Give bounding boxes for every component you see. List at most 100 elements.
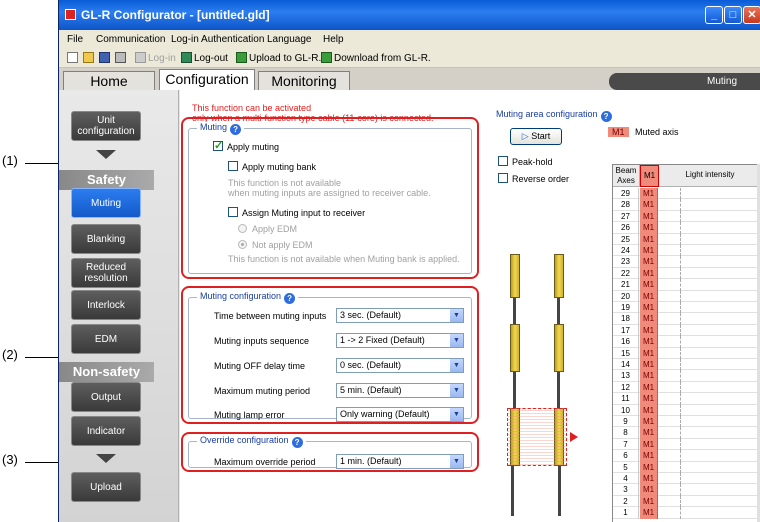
menu-file[interactable]: File xyxy=(67,34,83,45)
nav-indicator[interactable]: Indicator xyxy=(71,416,141,446)
beam-axis-number: 6 xyxy=(613,450,639,462)
apply-muting-bank-checkbox[interactable] xyxy=(228,161,238,171)
save-icon[interactable] xyxy=(99,52,110,63)
apply-muting-checkbox[interactable] xyxy=(213,139,223,152)
time-between-select[interactable]: 3 sec. (Default) ▼ xyxy=(336,308,464,323)
table-row: 15 M1 xyxy=(613,347,760,359)
nav-blanking[interactable]: Blanking xyxy=(71,224,141,254)
app-icon xyxy=(65,9,76,20)
muted-axis-cell: M1 xyxy=(640,347,658,359)
help-icon[interactable]: ? xyxy=(230,124,242,135)
maximize-button[interactable]: □ xyxy=(724,6,742,24)
title-bar[interactable]: GL-R Configurator - [untitled.gld] _ □ ✕ xyxy=(59,0,760,30)
tab-monitoring[interactable]: Monitoring xyxy=(258,71,350,90)
muted-axis-cell: M1 xyxy=(640,336,658,348)
inputs-sequence-label: Muting inputs sequence xyxy=(214,336,310,346)
beam-axis-number: 25 xyxy=(613,233,639,245)
nav-edm[interactable]: EDM xyxy=(71,324,141,354)
beam-axis-number: 21 xyxy=(613,279,639,291)
off-delay-select[interactable]: 0 sec. (Default) ▼ xyxy=(336,358,464,373)
menu-communication[interactable]: Communication xyxy=(96,34,165,45)
upload-button[interactable]: Upload to GL-R. xyxy=(249,53,321,64)
non-safety-header: Non-safety xyxy=(59,362,154,382)
muted-axis-cell: M1 xyxy=(640,427,658,439)
beam-axis-number: 16 xyxy=(613,336,639,348)
close-button[interactable]: ✕ xyxy=(743,6,760,24)
new-file-icon[interactable] xyxy=(67,52,78,63)
open-folder-icon[interactable] xyxy=(83,52,94,63)
lamp-error-select[interactable]: Only warning (Default) ▼ xyxy=(336,407,464,422)
nav-output[interactable]: Output xyxy=(71,382,141,412)
help-icon[interactable]: ? xyxy=(284,293,296,304)
light-intensity-cell xyxy=(659,461,681,473)
table-row: 25 M1 xyxy=(613,233,760,245)
beam-axis-number: 19 xyxy=(613,302,639,314)
logout-button[interactable]: Log-out xyxy=(194,53,228,64)
table-row: 9 M1 xyxy=(613,416,760,428)
tab-home[interactable]: Home xyxy=(63,71,155,90)
sensor-left-upper xyxy=(510,254,520,298)
nav-upload[interactable]: Upload xyxy=(71,472,141,502)
light-intensity-cell xyxy=(659,210,681,223)
header-m1: M1 xyxy=(640,165,659,187)
login-button[interactable]: Log-in xyxy=(148,53,176,64)
start-button[interactable]: ▷ Start xyxy=(510,128,562,145)
nav-arrow-2 xyxy=(96,454,116,463)
help-icon[interactable]: ? xyxy=(600,111,612,122)
light-intensity-cell xyxy=(659,324,681,337)
inputs-sequence-select[interactable]: 1 -> 2 Fixed (Default) ▼ xyxy=(336,333,464,348)
table-row: 7 M1 xyxy=(613,438,760,451)
muted-axis-cell: M1 xyxy=(640,324,658,337)
beam-axis-number: 20 xyxy=(613,290,639,302)
not-apply-edm-radio[interactable] xyxy=(238,240,247,249)
minimize-button[interactable]: _ xyxy=(705,6,723,24)
light-intensity-cell xyxy=(659,302,681,314)
light-intensity-cell xyxy=(659,495,681,508)
nav-reduced-resolution[interactable]: Reduced resolution xyxy=(71,258,141,288)
apply-muting-label: Apply muting xyxy=(227,142,280,152)
beam-axis-number: 13 xyxy=(613,370,639,382)
nav-interlock[interactable]: Interlock xyxy=(71,290,141,320)
sensor-left-cable-2 xyxy=(513,372,516,408)
main-content: This function can be activated only when… xyxy=(180,90,760,522)
muted-axis-cell: M1 xyxy=(640,484,658,496)
nav-unit-configuration[interactable]: Unit configuration xyxy=(71,111,141,141)
status-bar-dark: Muting xyxy=(609,73,760,90)
table-row: 14 M1 xyxy=(613,359,760,371)
table-row: 28 M1 xyxy=(613,199,760,211)
sensor-right-mid xyxy=(554,324,564,372)
menu-login-authentication[interactable]: Log-in Authentication xyxy=(171,34,264,45)
max-muting-period-label: Maximum muting period xyxy=(214,386,311,396)
light-intensity-cell xyxy=(659,381,681,394)
max-override-select[interactable]: 1 min. (Default) ▼ xyxy=(336,454,464,469)
apply-edm-radio[interactable] xyxy=(238,224,247,233)
beam-axis-number: 22 xyxy=(613,267,639,280)
light-intensity-cell xyxy=(659,484,681,496)
download-button[interactable]: Download from GL-R. xyxy=(334,53,431,64)
header-beam-axes: Beam Axes xyxy=(613,165,640,187)
max-muting-period-select[interactable]: 5 min. (Default) ▼ xyxy=(336,383,464,398)
reverse-order-checkbox[interactable] xyxy=(498,173,508,183)
assign-input-label: Assign Muting input to receiver xyxy=(242,208,366,218)
notice-line-1: This function can be activated xyxy=(192,103,312,113)
menu-language[interactable]: Language xyxy=(267,34,312,45)
light-intensity-cell xyxy=(659,267,681,280)
muted-area-highlight xyxy=(507,408,567,466)
menu-help[interactable]: Help xyxy=(323,34,344,45)
muted-axis-cell: M1 xyxy=(640,473,658,485)
table-row: 10 M1 xyxy=(613,404,760,416)
tab-configuration[interactable]: Configuration xyxy=(159,69,255,90)
help-icon[interactable]: ? xyxy=(291,437,303,448)
assign-input-checkbox[interactable] xyxy=(228,207,238,217)
edm-note: This function is not available when Muti… xyxy=(228,254,460,264)
beam-axis-number: 12 xyxy=(613,381,639,394)
light-intensity-cell xyxy=(659,188,681,200)
muted-axis-cell: M1 xyxy=(640,279,658,291)
table-row: 21 M1 xyxy=(613,279,760,291)
beam-axis-number: 24 xyxy=(613,245,639,257)
print-icon[interactable] xyxy=(115,52,126,63)
nav-muting[interactable]: Muting xyxy=(71,188,141,218)
peak-hold-checkbox[interactable] xyxy=(498,156,508,166)
table-row: 2 M1 xyxy=(613,495,760,508)
muted-axis-cell: M1 xyxy=(640,290,658,302)
